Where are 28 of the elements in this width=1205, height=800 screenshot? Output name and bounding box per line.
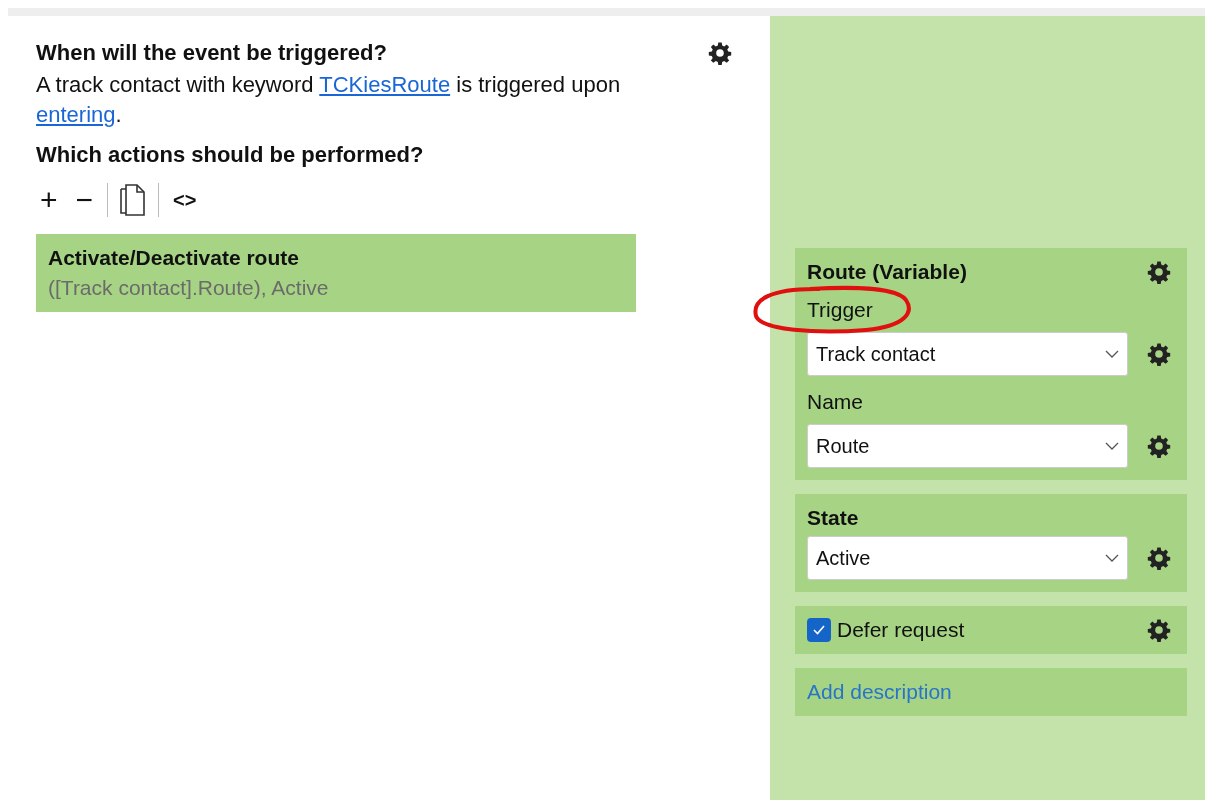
settings-icon[interactable] xyxy=(708,41,732,65)
card-title: State xyxy=(807,506,860,530)
checkbox[interactable] xyxy=(807,618,831,642)
settings-icon[interactable] xyxy=(1147,618,1171,642)
checkbox-label: Defer request xyxy=(837,618,965,642)
toolbar-button[interactable]: + xyxy=(36,185,62,215)
settings-icon[interactable] xyxy=(1147,434,1171,458)
chevron-down-icon xyxy=(1105,554,1119,562)
settings-icon[interactable] xyxy=(1147,260,1171,284)
settings-icon[interactable] xyxy=(1147,342,1171,366)
chevron-down-icon xyxy=(1105,442,1119,450)
description-link[interactable]: entering xyxy=(36,102,116,127)
dropdown[interactable]: Route xyxy=(807,424,1128,468)
dropdown[interactable]: Active xyxy=(807,536,1128,580)
field-label: Name xyxy=(807,390,865,414)
card-title: Route (Variable) xyxy=(807,260,967,284)
settings-icon[interactable] xyxy=(1147,546,1171,570)
trigger-description: A track contact with keyword TCKiesRoute is triggered upon entering. xyxy=(36,71,622,129)
field-label: Trigger xyxy=(807,298,874,322)
checkmark-icon xyxy=(813,625,825,635)
section-heading: When will the event be triggered? xyxy=(36,40,387,66)
toolbar-button[interactable]: − xyxy=(71,185,98,215)
dropdown[interactable]: Track contact xyxy=(807,332,1128,376)
chevron-down-icon xyxy=(1105,350,1119,358)
description-link[interactable]: TCKiesRoute xyxy=(319,72,451,97)
action-item[interactable]: Activate/Deactivate route ([Track contact].Route), Active xyxy=(36,234,636,312)
section-heading: Which actions should be performed? xyxy=(36,142,425,168)
toolbar-button[interactable]: <> xyxy=(169,185,201,215)
